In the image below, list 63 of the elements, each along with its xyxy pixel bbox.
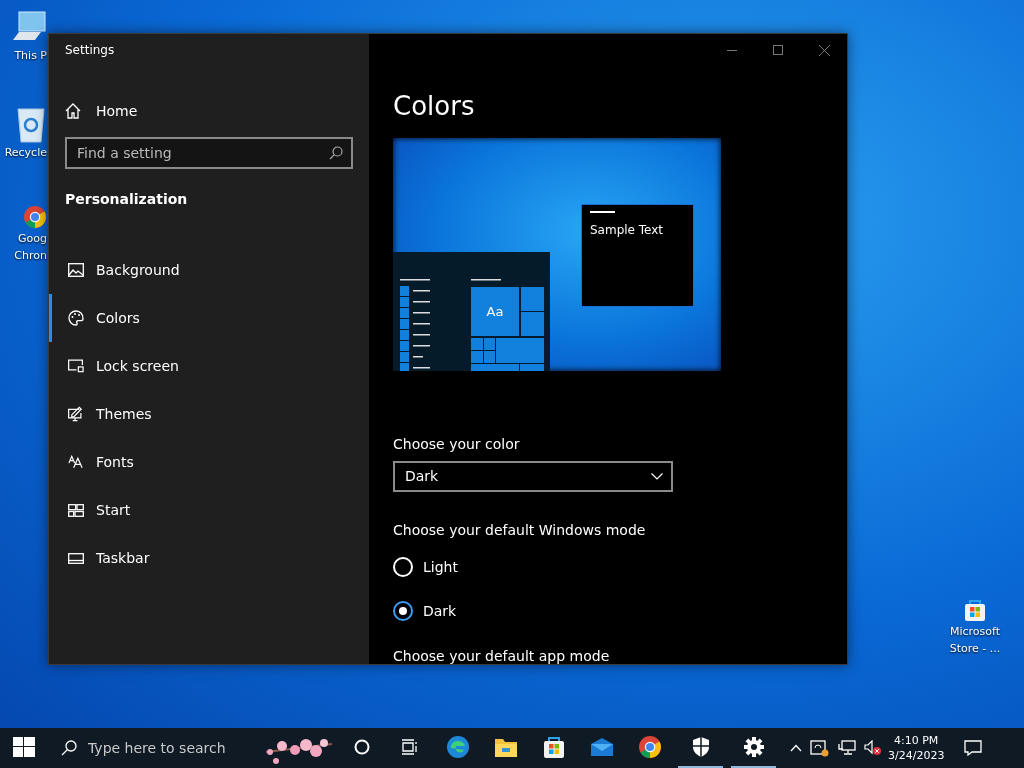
task-view-icon: [401, 739, 419, 755]
search-field[interactable]: Find a setting: [65, 137, 353, 169]
nav-item[interactable]: Colors: [49, 294, 353, 342]
sample-text: Sample Text: [590, 223, 664, 237]
chevron-up-icon[interactable]: [790, 744, 802, 752]
desktop-icon-label: Microsoft: [949, 625, 1001, 639]
shopping-bag-icon: [963, 598, 987, 622]
clock-date: 3/24/2023: [888, 748, 945, 763]
radio-button[interactable]: [393, 601, 413, 622]
nav-item[interactable]: Fonts: [49, 438, 353, 486]
nav-item[interactable]: Lock screen: [49, 342, 353, 390]
desktop-icon-label: Chron: [14, 249, 47, 263]
desktop-icon-label: Store - ...: [949, 642, 1001, 656]
section-heading: Personalization: [65, 191, 189, 209]
field-label: Choose your default app mode: [393, 648, 611, 664]
clock-time: 4:10 PM: [894, 733, 939, 748]
network-icon[interactable]: [838, 740, 856, 756]
search-icon: [61, 740, 77, 756]
start-icon: [68, 503, 84, 517]
clock[interactable]: 4:10 PM 3/24/2023: [888, 733, 945, 763]
radio-option[interactable]: Light: [393, 552, 847, 583]
chevron-icon: [651, 472, 663, 480]
nav-item[interactable]: Start: [49, 486, 353, 534]
sync-icon[interactable]: [810, 739, 830, 757]
mail-icon: [590, 737, 614, 757]
nav-item[interactable]: Background: [49, 246, 353, 294]
nav-item[interactable]: Taskbar: [49, 534, 353, 582]
fonts-icon: [68, 455, 84, 469]
color-dropdown[interactable]: Dark: [393, 460, 673, 493]
window-title: Settings: [65, 43, 116, 59]
store-icon: [542, 735, 566, 759]
field-label: Choose your default Windows mode: [393, 522, 647, 539]
close-icon: [818, 44, 830, 56]
radio-option[interactable]: Dark: [393, 596, 847, 626]
taskbar-search-field[interactable]: Type here to search: [48, 728, 250, 768]
tile-label: Aa: [471, 287, 519, 336]
settings-icon: [742, 736, 765, 758]
desktop-icon-label: Goog: [18, 232, 47, 246]
field-label: Choose your color: [393, 435, 521, 452]
themes-icon: [68, 406, 84, 422]
image-icon: [68, 263, 84, 277]
edge-icon: [446, 735, 470, 759]
desktop-icon-label: This P: [14, 49, 47, 63]
minimize-icon: [727, 49, 737, 51]
folder-icon: [494, 736, 518, 758]
windows-logo-icon: [13, 737, 35, 757]
home-icon: [65, 103, 81, 119]
search-icon: [329, 146, 343, 160]
chrome-icon: [638, 735, 662, 759]
recycle-bin-icon: [15, 105, 47, 143]
home-link[interactable]: Home: [65, 99, 353, 123]
circle-icon: [354, 739, 370, 755]
page-heading: Colors: [393, 90, 476, 122]
maximize-icon: [773, 45, 783, 55]
muted-speaker-icon[interactable]: [864, 740, 882, 756]
palette-icon: [68, 310, 84, 326]
nav-item[interactable]: Themes: [49, 390, 353, 438]
desktop-icon-label: Recycle: [4, 146, 47, 160]
chrome-icon: [23, 205, 47, 229]
lock-screen-icon: [68, 359, 84, 373]
taskbar-icon: [68, 552, 84, 564]
notification-icon[interactable]: [964, 740, 983, 756]
shield-icon: [690, 736, 711, 758]
